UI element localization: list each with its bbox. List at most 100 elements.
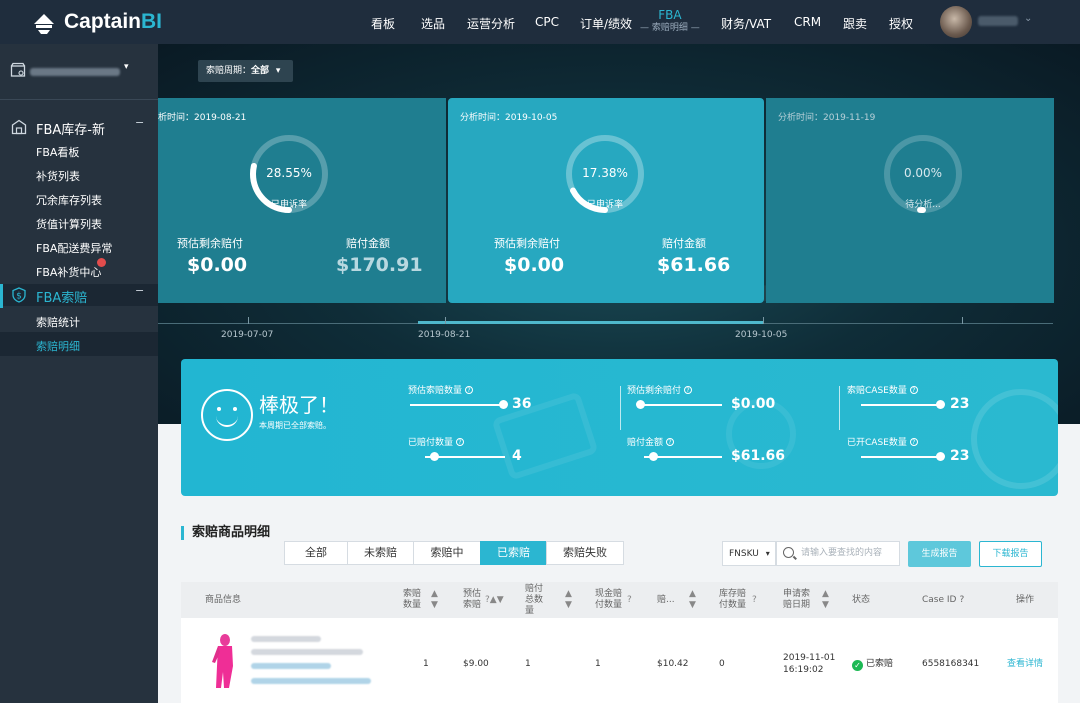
sort-icon[interactable]: ▲ ▼ (565, 582, 572, 618)
analysis-card-active[interactable]: 分析时间：2019-10-05 17.38% 已申诉率 预估剩余赔付 $0.00… (448, 98, 764, 303)
sort-icon[interactable]: ▲ ▼ (431, 582, 438, 618)
paid-amount-value: $170.91 (336, 254, 423, 276)
help-icon[interactable]: ? (909, 438, 918, 446)
column-header: Case ID? (922, 594, 965, 605)
captainbi-logo[interactable]: Captain BI (30, 8, 162, 36)
sidebar-item-fba-dashboard[interactable]: FBA看板 (36, 144, 79, 160)
tab-failed[interactable]: 索赔失败 (546, 541, 624, 565)
sidebar-item-restock-center[interactable]: FBA补货中心 (36, 264, 101, 280)
help-sort-icon[interactable]: ?▲▼ (485, 582, 504, 618)
nav-product-selection[interactable]: 选品 (421, 15, 445, 32)
column-header: 操作 (1016, 582, 1034, 618)
nav-operations-analysis[interactable]: 运营分析 (467, 15, 515, 32)
brand-name-suffix: BI (141, 10, 163, 33)
help-icon[interactable]: ? (684, 386, 693, 394)
sidebar-group-fba-inventory[interactable]: FBA库存-新 − (0, 116, 158, 138)
product-sku-redacted[interactable] (251, 678, 371, 684)
view-details-link[interactable]: 查看详情 (1007, 658, 1043, 670)
collapse-icon[interactable]: − (135, 116, 144, 129)
shop-selector[interactable]: ▾ (0, 44, 158, 100)
product-image[interactable] (209, 632, 239, 690)
sidebar-group-label: FBA库存-新 (36, 123, 105, 138)
column-header-label: 申请索赔日期 (783, 589, 811, 610)
tab-all[interactable]: 全部 (284, 541, 348, 565)
nav-dashboard[interactable]: 看板 (371, 15, 395, 32)
user-menu-chevron-icon[interactable]: ⌄ (1024, 13, 1032, 24)
claim-rate-percent: 0.00% (903, 166, 943, 180)
nav-follow-sell[interactable]: 跟卖 (843, 15, 867, 32)
nav-orders-performance[interactable]: 订单/绩效 (580, 15, 632, 32)
column-header-label: 商品信息 (205, 594, 242, 605)
analysis-card[interactable]: 析时间：2019-08-21 28.55% 已申诉率 预估剩余赔付 $0.00 … (158, 98, 446, 303)
cash-paid: 1 (595, 659, 601, 669)
sidebar-item-restock-list[interactable]: 补货列表 (36, 168, 80, 184)
nav-authorization[interactable]: 授权 (889, 15, 913, 32)
summary-headline: 棒极了！ (259, 393, 339, 417)
nav-cpc[interactable]: CPC (535, 15, 559, 29)
column-header[interactable]: 现金赔付数量 (595, 582, 625, 618)
help-icon[interactable]: ? (666, 438, 675, 446)
column-header[interactable]: 申请索赔日期 (783, 582, 817, 618)
search-input[interactable]: 请输入要查找的内容 (776, 541, 900, 566)
sort-icon[interactable]: ▲ ▼ (822, 582, 829, 618)
stat-value: 36 (512, 396, 532, 412)
tab-in-progress[interactable]: 索赔中 (413, 541, 481, 565)
tab-claimed[interactable]: 已索赔 (480, 541, 547, 565)
est-remaining-label: 预估剩余赔付 (494, 237, 560, 250)
help-icon[interactable]: ? (909, 386, 918, 394)
product-fnsku-redacted[interactable] (251, 663, 331, 669)
timeline-label[interactable]: 2019-08-21 (418, 330, 470, 340)
help-icon[interactable]: ? (752, 582, 757, 618)
search-field-select[interactable]: FNSKU ▾ (722, 541, 776, 566)
stat-value: $61.66 (731, 448, 786, 464)
sidebar-item-fee-anomaly[interactable]: FBA配送费异常 (36, 240, 112, 256)
column-header-label: 预估索赔 (463, 589, 482, 610)
generate-report-button[interactable]: 生成报告 (908, 541, 971, 567)
sidebar-group-fba-claims[interactable]: $ FBA索赔 − (0, 284, 158, 308)
case-id: 6558168341 (922, 659, 980, 669)
column-header[interactable]: 赔付总数量 (525, 582, 547, 618)
timeline-label[interactable]: 2019-07-07 (221, 330, 273, 340)
column-header[interactable]: 索赔数量 (403, 582, 425, 618)
claim-rate-label: 已申诉率 (586, 200, 623, 210)
column-header-label: 操作 (1016, 594, 1035, 605)
column-header[interactable]: 库存赔付数量 (719, 582, 749, 618)
stat-label: 已开CASE数量 (847, 438, 907, 448)
nav-crm[interactable]: CRM (794, 15, 821, 29)
paid-total: 1 (525, 659, 531, 669)
nav-finance-vat[interactable]: 财务/VAT (721, 15, 771, 32)
analysis-date: 分析时间：2019-10-05 (460, 113, 558, 123)
table-header: 商品信息 索赔数量 ▲ ▼ 预估索赔 ?▲▼ 赔付总数量 ▲ ▼ 现金赔付数量 ? … (181, 582, 1058, 618)
est-remaining-value: $0.00 (187, 254, 248, 276)
sidebar-item-claim-stats[interactable]: 索赔统计 (36, 314, 80, 330)
column-header[interactable]: 赔... (657, 582, 675, 618)
product-title-redacted (251, 649, 363, 655)
stat-bar (861, 404, 943, 406)
sidebar-item-value-calc[interactable]: 货值计算列表 (36, 216, 102, 232)
stat-label: 已赔付数量 (408, 438, 454, 448)
stat-label: 赔付金额 (627, 438, 664, 448)
smile-icon (201, 389, 253, 441)
stat-value: 4 (512, 448, 522, 464)
download-report-button[interactable]: 下载报告 (979, 541, 1042, 567)
help-icon[interactable]: ? (465, 386, 474, 394)
timeline-label[interactable]: 2019-10-05 (735, 330, 787, 340)
user-avatar[interactable] (940, 6, 972, 38)
table-row[interactable]: 1 $9.00 1 1 $10.42 0 2019-11-01 16:19:02… (181, 618, 1058, 703)
tab-unclaimed[interactable]: 未索赔 (347, 541, 414, 565)
analysis-card-pending[interactable]: 分析时间：2019-11-19 0.00% 待分析... (766, 98, 1054, 303)
column-header[interactable]: 预估索赔 (463, 582, 485, 618)
sidebar-item-excess-inventory[interactable]: 冗余库存列表 (36, 192, 102, 208)
user-name-redacted[interactable] (978, 16, 1018, 26)
status-label: 已索赔 (866, 659, 894, 669)
nav-fba[interactable]: FBA — 索赔明细 — (640, 9, 700, 35)
help-icon[interactable]: ? (627, 582, 632, 618)
paid-amount: $10.42 (657, 659, 689, 669)
sort-icon[interactable]: ▲ ▼ (689, 582, 696, 618)
help-icon[interactable]: ? (456, 438, 465, 446)
timeline-tick (248, 317, 249, 324)
claim-period-select[interactable]: 索赔周期：全部 ▾ (198, 60, 293, 82)
sidebar-item-claim-details[interactable]: 索赔明细 (36, 338, 80, 354)
collapse-icon[interactable]: − (135, 284, 144, 297)
apply-date: 2019-11-01 (783, 653, 836, 663)
